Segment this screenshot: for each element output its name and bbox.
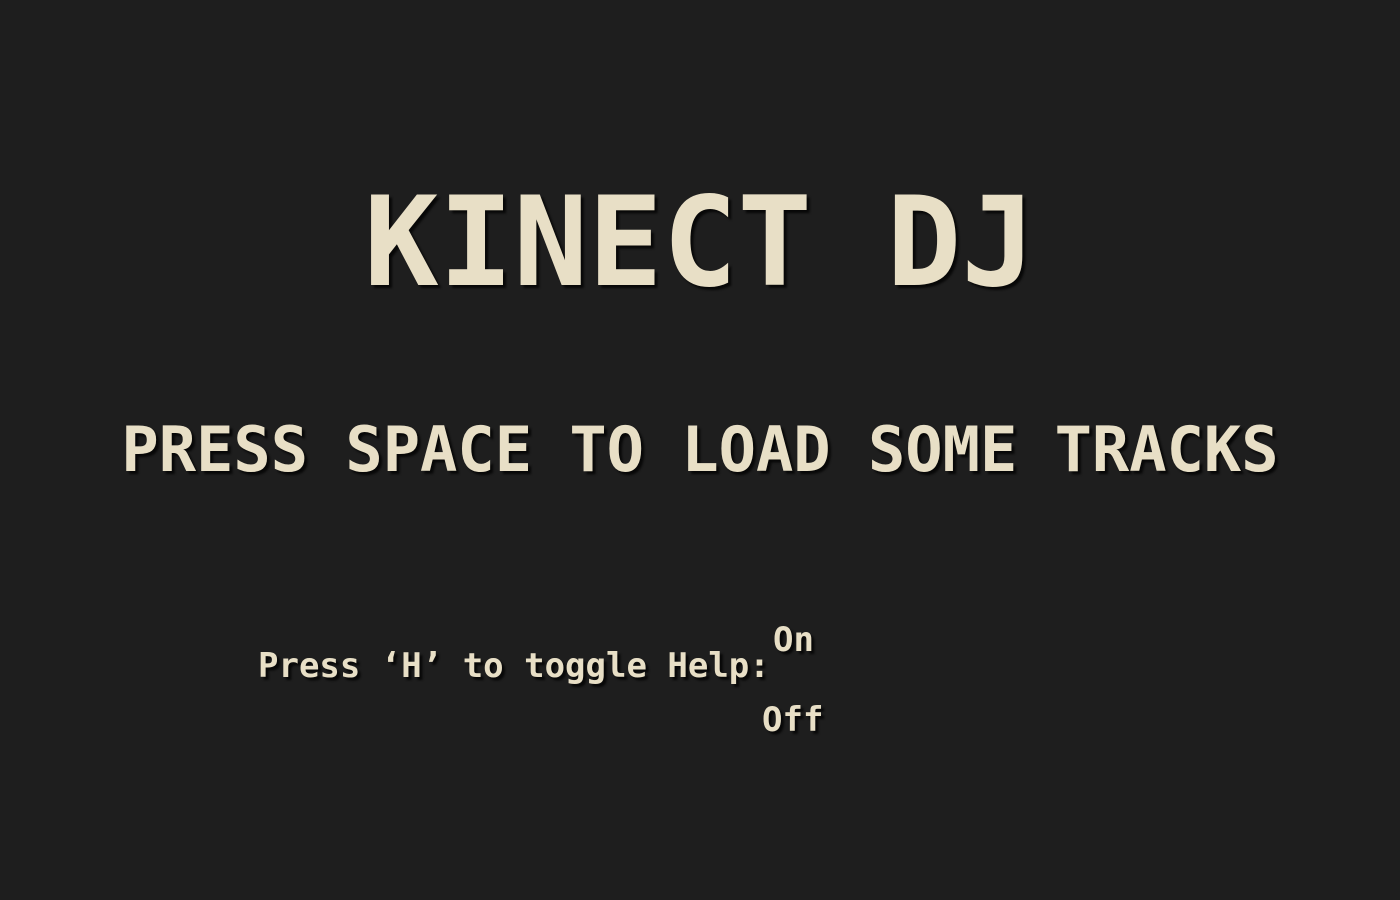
load-tracks-prompt: PRESS SPACE TO LOAD SOME TRACKS: [121, 413, 1279, 486]
help-option-on[interactable]: On: [773, 618, 814, 662]
app-title: KINECT DJ: [364, 171, 1036, 315]
start-screen: KINECT DJ PRESS SPACE TO LOAD SOME TRACK…: [0, 0, 1400, 900]
help-toggle-label: Press ‘H’ to toggle Help:: [258, 646, 770, 686]
help-option-off[interactable]: Off: [762, 698, 823, 742]
